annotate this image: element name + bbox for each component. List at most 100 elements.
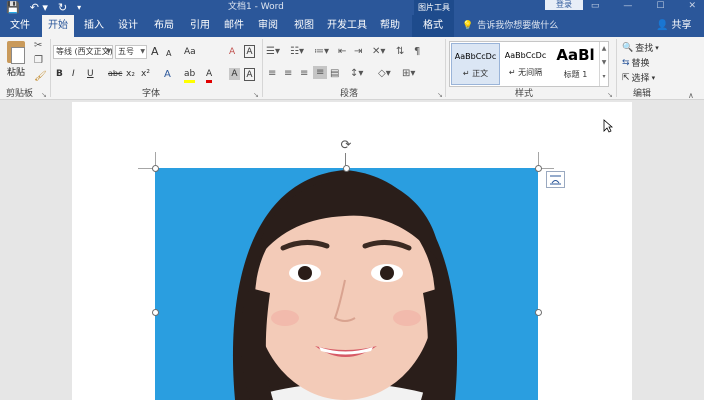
increase-indent-icon[interactable]: ⇥ (354, 46, 362, 57)
replace-button[interactable]: ⇆ 替换 (622, 56, 650, 70)
find-label: 查找 (635, 44, 654, 54)
chevron-down-icon: ▼ (140, 48, 145, 55)
select-button[interactable]: ⇱ 选择 ▾ (622, 71, 655, 85)
font-color-button[interactable]: A (206, 68, 213, 83)
line-spacing-icon[interactable]: ↕▾ (350, 68, 363, 79)
grow-font-button[interactable]: A (151, 46, 159, 58)
resize-handle-top-right[interactable] (535, 165, 542, 172)
copy-icon[interactable]: ❐ (34, 55, 43, 66)
find-button[interactable]: 🔍 查找 ▾ (622, 41, 659, 55)
tab-insert[interactable]: 插入 (78, 15, 110, 37)
tab-home[interactable]: 开始 (42, 15, 74, 37)
subscript-button[interactable]: x₂ (126, 68, 135, 80)
gallery-scroll[interactable]: ▲ ▼ ▾ (599, 42, 608, 86)
tab-layout[interactable]: 布局 (148, 15, 180, 37)
decrease-indent-icon[interactable]: ⇤ (338, 46, 346, 57)
format-painter-icon[interactable]: 🖌 (34, 71, 47, 82)
customize-qat-icon[interactable]: ▾ (77, 0, 81, 15)
share-label: 共享 (671, 20, 692, 31)
chevron-down-icon[interactable]: ▼ (600, 56, 608, 70)
align-center-icon[interactable]: ≡ (284, 68, 292, 79)
tab-references[interactable]: 引用 (184, 15, 216, 37)
resize-handle-top[interactable] (343, 165, 350, 172)
distributed-icon[interactable]: ▤ (330, 68, 339, 79)
replace-icon: ⇆ (622, 57, 630, 68)
tab-developer[interactable]: 开发工具 (324, 15, 370, 37)
portrait-photo[interactable] (155, 168, 538, 400)
lightbulb-icon: 💡 (462, 21, 474, 31)
paragraph-launcher-icon[interactable]: ↘ (437, 91, 443, 99)
rotate-handle-icon[interactable]: ⟳ (339, 139, 353, 153)
layout-options-button[interactable] (546, 171, 565, 188)
numbering-icon[interactable]: ☷▾ (290, 46, 304, 57)
resize-handle-top-left[interactable] (152, 165, 159, 172)
share-button[interactable]: 👤 共享 (656, 15, 691, 37)
tab-help[interactable]: 帮助 (374, 15, 406, 37)
styles-group-label: 样式 (515, 89, 534, 99)
cut-icon[interactable]: ✂ (34, 40, 42, 51)
sort-icon[interactable]: ⇅ (396, 46, 404, 57)
mouse-cursor-icon (603, 119, 613, 133)
style-no-spacing[interactable]: AaBbCcDc ↵ 无间隔 (501, 43, 550, 85)
portrait-illustration (155, 168, 538, 400)
clear-format-button[interactable]: A (229, 46, 235, 58)
collapse-ribbon-icon[interactable]: ∧ (688, 91, 694, 100)
style-name: 标题 1 (563, 70, 588, 79)
more-styles-icon[interactable]: ▾ (600, 70, 608, 84)
close-button[interactable]: ✕ (688, 0, 696, 12)
style-name: ↵ 无间隔 (508, 68, 543, 77)
align-right-icon[interactable]: ≡ (300, 68, 308, 79)
save-icon[interactable]: 💾 (6, 0, 20, 15)
shading-icon[interactable]: ◇▾ (378, 68, 391, 79)
chevron-up-icon[interactable]: ▲ (600, 42, 608, 56)
italic-button[interactable]: I (72, 68, 75, 80)
multilevel-list-icon[interactable]: ≔▾ (314, 46, 329, 57)
resize-handle-left[interactable] (152, 309, 159, 316)
char-shading-button[interactable]: A (229, 68, 240, 80)
chinese-layout-icon[interactable]: ✕▾ (372, 46, 385, 57)
repeat-icon[interactable]: ↻ (58, 0, 67, 15)
borders-icon[interactable]: ⊞▾ (402, 68, 415, 79)
underline-button[interactable]: U (87, 68, 94, 80)
change-case-button[interactable]: Aa (184, 46, 196, 58)
styles-launcher-icon[interactable]: ↘ (607, 91, 613, 99)
font-name-field[interactable]: 等线 (西文正文) ▼ (53, 45, 113, 59)
resize-handle-right[interactable] (535, 309, 542, 316)
document-title: 文档1 - Word (228, 2, 284, 12)
highlight-button[interactable]: ab (184, 68, 196, 83)
ribbon-options-icon[interactable]: ▭ (591, 0, 600, 12)
tab-mailings[interactable]: 邮件 (218, 15, 250, 37)
picture-tools-label: 图片工具 (414, 0, 454, 15)
style-heading-1[interactable]: AaBl 标题 1 (551, 43, 600, 85)
tell-me-box[interactable]: 💡 告诉我你想要做什么 (462, 15, 558, 37)
font-launcher-icon[interactable]: ↘ (253, 91, 259, 99)
tab-review[interactable]: 审阅 (252, 15, 284, 37)
style-normal[interactable]: AaBbCcDc ↵ 正文 (451, 43, 500, 85)
clipboard-launcher-icon[interactable]: ↘ (41, 91, 47, 99)
shrink-font-button[interactable]: A (166, 48, 171, 60)
bullets-icon[interactable]: ☰▾ (266, 46, 280, 57)
superscript-button[interactable]: x² (141, 68, 150, 80)
tab-file[interactable]: 文件 (4, 15, 36, 37)
align-left-icon[interactable]: ≡ (268, 68, 276, 79)
layout-options-icon (550, 175, 561, 185)
tab-view[interactable]: 视图 (288, 15, 320, 37)
minimize-button[interactable]: — (623, 0, 632, 12)
login-button[interactable]: 登录 (545, 0, 583, 10)
strikethrough-button[interactable]: abc (108, 68, 122, 80)
font-size-field[interactable]: 五号 ▼ (115, 45, 147, 59)
select-label: 选择 (631, 74, 650, 84)
tab-format[interactable]: 格式 (412, 15, 454, 37)
restore-button[interactable]: ☐ (656, 0, 664, 12)
text-border-button[interactable]: A (244, 45, 255, 58)
enclose-char-button[interactable]: A (244, 68, 255, 81)
editing-group-label: 编辑 (633, 89, 652, 99)
chevron-down-icon: ▾ (655, 43, 659, 52)
paste-button[interactable]: 粘贴 (4, 41, 28, 78)
bold-button[interactable]: B (56, 68, 63, 80)
show-marks-icon[interactable]: ¶ (414, 46, 420, 57)
justify-icon[interactable]: ≡ (313, 66, 328, 79)
tab-design[interactable]: 设计 (112, 15, 144, 37)
undo-icon[interactable]: ↶ ▾ (30, 0, 48, 15)
text-effects-icon[interactable]: A (164, 69, 171, 80)
